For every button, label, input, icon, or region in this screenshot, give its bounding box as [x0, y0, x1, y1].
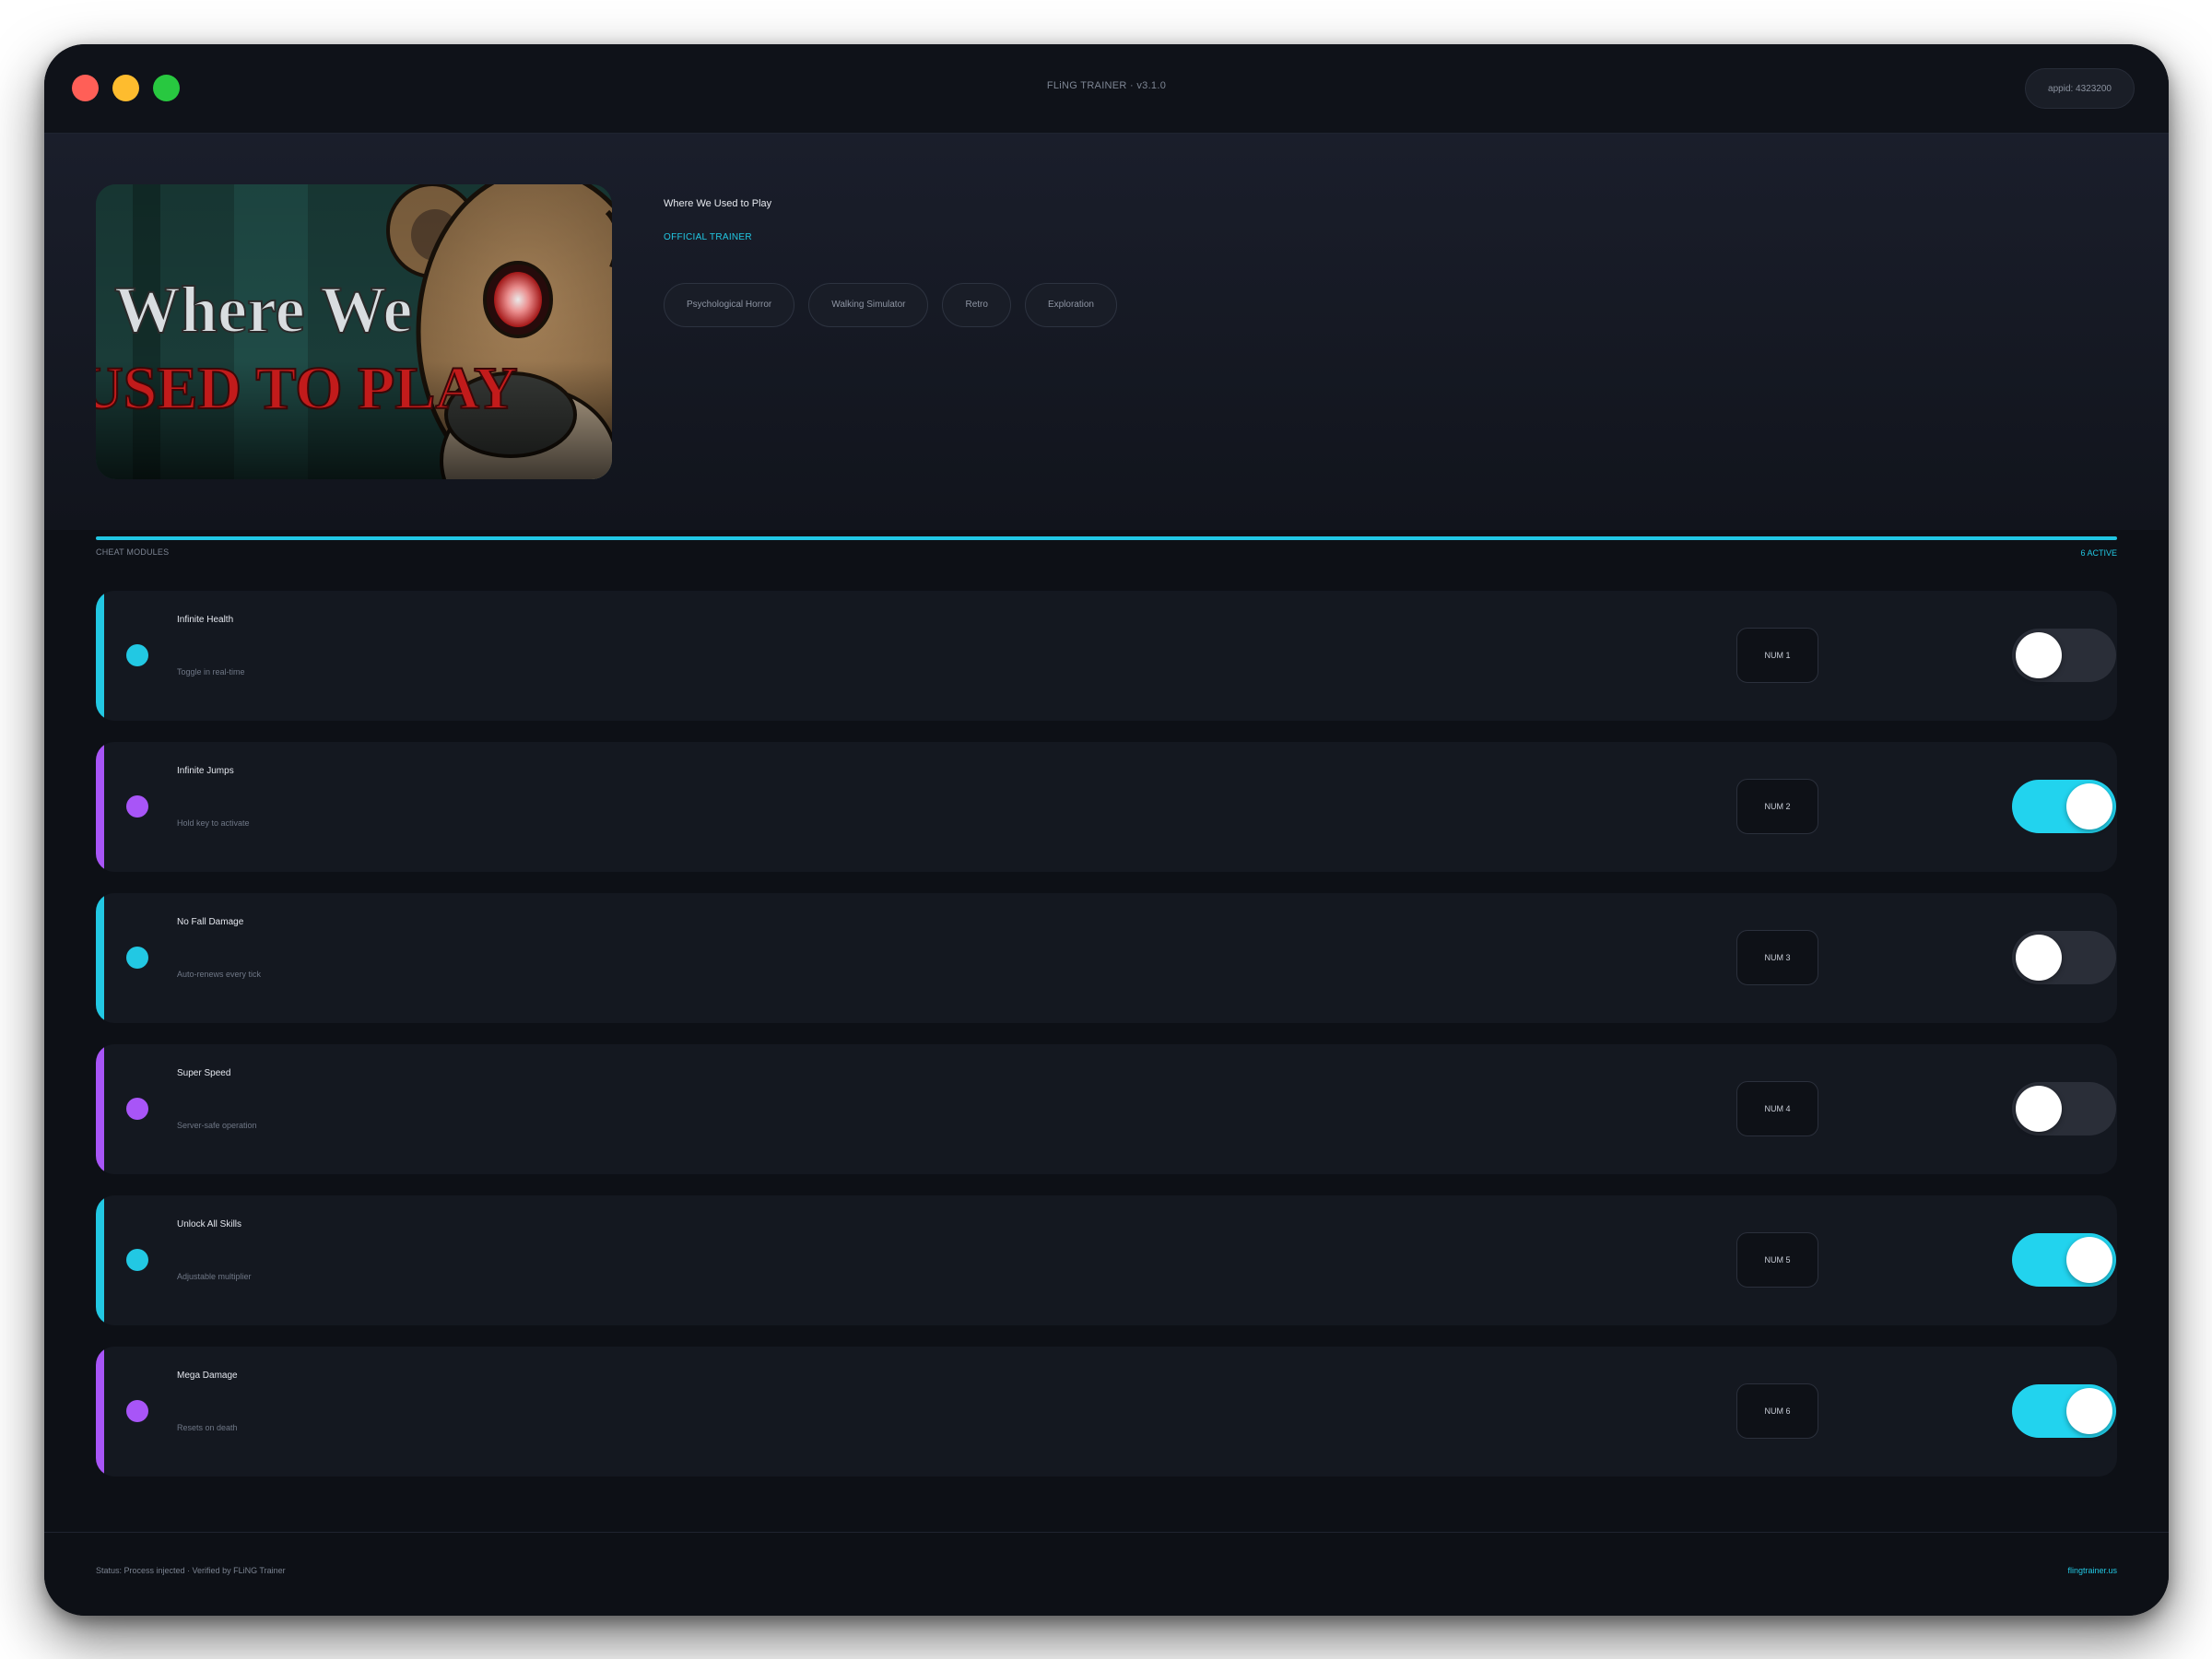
toggle-knob: [2016, 935, 2062, 981]
module-toggle[interactable]: [2012, 1384, 2116, 1438]
toggle-knob: [2066, 1237, 2112, 1283]
module-accent-bar: [96, 1195, 104, 1325]
toggle-knob: [2066, 1388, 2112, 1434]
section-divider: [96, 536, 2117, 540]
website-link[interactable]: flingtrainer.us: [2067, 1566, 2117, 1575]
hotkey-button[interactable]: NUM 2: [1736, 779, 1818, 834]
genre-tag[interactable]: Walking Simulator: [808, 283, 929, 327]
module-description: Auto-renews every tick: [177, 970, 262, 979]
official-trainer-label: OFFICIAL TRAINER: [664, 232, 752, 242]
module-name: Mega Damage: [177, 1371, 238, 1381]
module-name: Unlock All Skills: [177, 1219, 242, 1230]
module-description: Adjustable multiplier: [177, 1272, 252, 1281]
module-toggle[interactable]: [2012, 780, 2116, 833]
module-toggle[interactable]: [2012, 629, 2116, 682]
module-description: Hold key to activate: [177, 818, 250, 828]
cheat-module-infinite-jumps: Infinite Jumps Hold key to activate NUM …: [96, 742, 2117, 872]
hotkey-button[interactable]: NUM 4: [1736, 1081, 1818, 1136]
module-accent-bar: [96, 742, 104, 872]
toggle-knob: [2066, 783, 2112, 830]
title-bar: FLiNG TRAINER · v3.1.0 appid: 4323200: [44, 44, 2169, 134]
module-description: Toggle in real-time: [177, 667, 245, 677]
module-status-dot: [126, 947, 148, 969]
cover-title-line2: USED TO PLAY: [96, 355, 518, 422]
active-count: 6 ACTIVE: [2080, 548, 2117, 558]
genre-tag[interactable]: Psychological Horror: [664, 283, 795, 327]
module-accent-bar: [96, 893, 104, 1023]
game-header: Where We USED TO PLAY Where We Used to P…: [44, 134, 2169, 530]
trainer-window: FLiNG TRAINER · v3.1.0 appid: 4323200 Wh…: [44, 44, 2169, 1616]
cheat-module-unlock-all-skills: Unlock All Skills Adjustable multiplier …: [96, 1195, 2117, 1325]
cheat-module-mega-damage: Mega Damage Resets on death NUM 6: [96, 1347, 2117, 1477]
module-accent-bar: [96, 1347, 104, 1477]
cheat-module-infinite-health: Infinite Health Toggle in real-time NUM …: [96, 591, 2117, 721]
module-status-dot: [126, 644, 148, 666]
module-toggle[interactable]: [2012, 1233, 2116, 1287]
game-cover-art: Where We USED TO PLAY: [96, 184, 612, 479]
section-title: CHEAT MODULES: [96, 547, 170, 557]
status-text: Status: Process injected · Verified by F…: [96, 1566, 286, 1575]
module-name: No Fall Damage: [177, 917, 244, 927]
cover-title-line1: Where We: [114, 273, 412, 347]
module-name: Infinite Health: [177, 615, 234, 625]
genre-tag[interactable]: Exploration: [1024, 283, 1117, 327]
hotkey-button[interactable]: NUM 1: [1736, 628, 1818, 683]
cheat-module-super-speed: Super Speed Server-safe operation NUM 4: [96, 1044, 2117, 1174]
genre-tag[interactable]: Retro: [942, 283, 1011, 327]
hotkey-button[interactable]: NUM 5: [1736, 1232, 1818, 1288]
game-title: Where We Used to Play: [664, 198, 772, 209]
cheat-module-no-fall-damage: No Fall Damage Auto-renews every tick NU…: [96, 893, 2117, 1023]
module-name: Infinite Jumps: [177, 766, 234, 776]
module-accent-bar: [96, 1044, 104, 1174]
appid-badge: appid: 4323200: [2025, 68, 2135, 109]
module-accent-bar: [96, 591, 104, 721]
module-name: Super Speed: [177, 1068, 231, 1078]
toggle-knob: [2016, 1086, 2062, 1132]
module-status-dot: [126, 1249, 148, 1271]
hotkey-button[interactable]: NUM 3: [1736, 930, 1818, 985]
toggle-knob: [2016, 632, 2062, 678]
module-status-dot: [126, 795, 148, 818]
window-title: FLiNG TRAINER · v3.1.0: [1046, 80, 1167, 91]
status-footer: Status: Process injected · Verified by F…: [44, 1532, 2169, 1616]
module-status-dot: [126, 1098, 148, 1120]
module-status-dot: [126, 1400, 148, 1422]
genre-tags: Psychological Horror Walking Simulator R…: [664, 283, 1117, 327]
module-toggle[interactable]: [2012, 931, 2116, 984]
module-description: Server-safe operation: [177, 1121, 257, 1130]
module-toggle[interactable]: [2012, 1082, 2116, 1135]
hotkey-button[interactable]: NUM 6: [1736, 1383, 1818, 1439]
module-description: Resets on death: [177, 1423, 238, 1432]
